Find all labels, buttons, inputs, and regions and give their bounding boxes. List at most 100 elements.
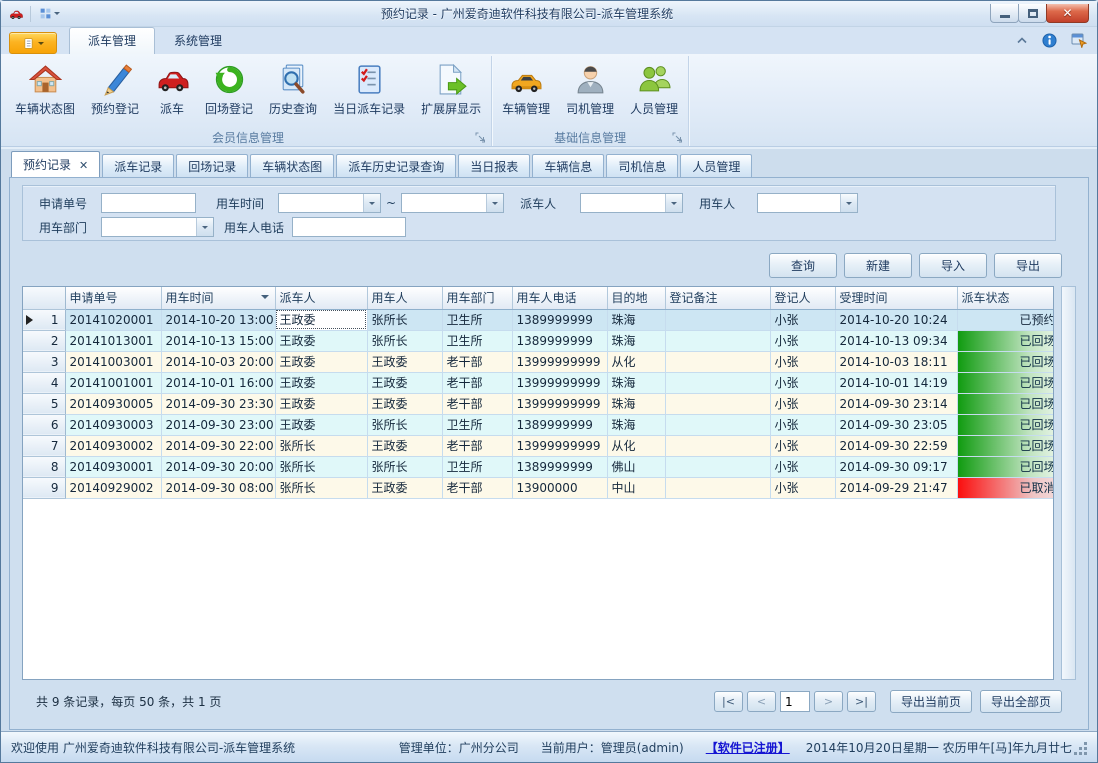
tab-return-records[interactable]: 回场记录 [176, 154, 248, 177]
cell-register-note[interactable] [665, 456, 770, 477]
cell-dispatch-status[interactable]: 已取消 [957, 477, 1054, 498]
cell-use-time[interactable]: 2014-10-03 20:00 [161, 351, 275, 372]
new-button[interactable]: 新建 [844, 253, 912, 278]
cell-dispatch-status[interactable]: 已回场 [957, 414, 1054, 435]
cell-accept-time[interactable]: 2014-10-13 09:34 [835, 330, 957, 351]
next-page-button[interactable]: > [814, 691, 843, 712]
cell-accept-time[interactable]: 2014-10-01 14:19 [835, 372, 957, 393]
cell-order-no[interactable]: 20141001001 [65, 372, 161, 393]
cell-register-note[interactable] [665, 435, 770, 456]
cell-phone[interactable]: 13999999999 [512, 351, 607, 372]
table-row[interactable]: 3 20141003001 2014-10-03 20:00 王政委 王政委 老… [23, 351, 1054, 372]
tab-vehicle-status-map[interactable]: 车辆状态图 [250, 154, 334, 177]
ribbon-tab-dispatch-management[interactable]: 派车管理 [69, 27, 155, 54]
cell-registrar[interactable]: 小张 [770, 435, 835, 456]
cell-car-user[interactable]: 张所长 [367, 414, 442, 435]
row-selector[interactable]: 5 [23, 393, 65, 414]
cell-order-no[interactable]: 20140930002 [65, 435, 161, 456]
cell-accept-time[interactable]: 2014-09-30 23:05 [835, 414, 957, 435]
quick-access-toolbar-button[interactable] [36, 6, 63, 21]
tab-dispatch-history-query[interactable]: 派车历史记录查询 [336, 154, 456, 177]
cell-dispatch-status[interactable]: 已回场 [957, 435, 1054, 456]
previous-page-button[interactable]: < [747, 691, 776, 712]
dialog-launcher-icon[interactable] [475, 132, 486, 143]
license-registered-link[interactable]: 【软件已注册】 [706, 739, 790, 756]
cell-accept-time[interactable]: 2014-09-30 09:17 [835, 456, 957, 477]
cell-use-time[interactable]: 2014-09-30 23:00 [161, 414, 275, 435]
resize-grip-icon[interactable] [1084, 752, 1087, 755]
cell-department[interactable]: 老干部 [442, 372, 512, 393]
cell-destination[interactable]: 中山 [607, 477, 665, 498]
export-current-page-button[interactable]: 导出当前页 [890, 690, 972, 713]
ribbon-button-return-register[interactable]: 回场登记 [197, 57, 261, 129]
column-header[interactable]: 受理时间 [835, 287, 957, 309]
cell-dispatcher[interactable]: 张所长 [275, 456, 367, 477]
cell-register-note[interactable] [665, 372, 770, 393]
row-selector[interactable]: 6 [23, 414, 65, 435]
export-all-pages-button[interactable]: 导出全部页 [980, 690, 1062, 713]
cell-order-no[interactable]: 20140930001 [65, 456, 161, 477]
tab-vehicle-info[interactable]: 车辆信息 [532, 154, 604, 177]
cell-use-time[interactable]: 2014-09-30 20:00 [161, 456, 275, 477]
row-selector[interactable]: 2 [23, 330, 65, 351]
tab-close-icon[interactable] [79, 158, 88, 172]
cell-register-note[interactable] [665, 393, 770, 414]
cell-phone[interactable]: 13999999999 [512, 393, 607, 414]
cell-destination[interactable]: 佛山 [607, 456, 665, 477]
dropdown-button[interactable] [486, 194, 503, 212]
row-selector[interactable]: 4 [23, 372, 65, 393]
table-row[interactable]: 4 20141001001 2014-10-01 16:00 王政委 王政委 老… [23, 372, 1054, 393]
cell-order-no[interactable]: 20140930003 [65, 414, 161, 435]
cell-register-note[interactable] [665, 351, 770, 372]
row-selector[interactable]: 7 [23, 435, 65, 456]
cell-dispatch-status[interactable]: 已回场 [957, 393, 1054, 414]
ribbon-button-extended-screen[interactable]: 扩展屏显示 [413, 57, 489, 129]
export-button[interactable]: 导出 [994, 253, 1062, 278]
tab-driver-info[interactable]: 司机信息 [606, 154, 678, 177]
cell-car-user[interactable]: 张所长 [367, 456, 442, 477]
cell-register-note[interactable] [665, 414, 770, 435]
cell-order-no[interactable]: 20140929002 [65, 477, 161, 498]
close-button[interactable]: ✕ [1046, 4, 1089, 23]
table-row[interactable]: 7 20140930002 2014-09-30 22:00 张所长 王政委 老… [23, 435, 1054, 456]
dropdown-button[interactable] [363, 194, 380, 212]
cell-phone[interactable]: 1389999999 [512, 330, 607, 351]
tab-dispatch-records[interactable]: 派车记录 [102, 154, 174, 177]
cell-dispatch-status[interactable]: 已预约 [957, 309, 1054, 330]
cell-registrar[interactable]: 小张 [770, 309, 835, 330]
cell-dispatch-status[interactable]: 已回场 [957, 351, 1054, 372]
cell-order-no[interactable]: 20140930005 [65, 393, 161, 414]
cell-destination[interactable]: 从化 [607, 435, 665, 456]
column-header[interactable]: 用车人电话 [512, 287, 607, 309]
first-page-button[interactable]: |< [714, 691, 743, 712]
cell-department[interactable]: 老干部 [442, 351, 512, 372]
cell-registrar[interactable]: 小张 [770, 372, 835, 393]
cell-accept-time[interactable]: 2014-09-30 23:14 [835, 393, 957, 414]
app-icon[interactable] [7, 7, 25, 21]
column-header[interactable]: 派车状态 [957, 287, 1054, 309]
ribbon-button-history-query[interactable]: 历史查询 [261, 57, 325, 129]
cell-registrar[interactable]: 小张 [770, 393, 835, 414]
info-button[interactable] [1042, 33, 1057, 48]
cell-register-note[interactable] [665, 330, 770, 351]
car-user-combo[interactable] [757, 193, 858, 213]
cell-use-time[interactable]: 2014-10-13 15:00 [161, 330, 275, 351]
cell-phone[interactable]: 1389999999 [512, 414, 607, 435]
cell-destination[interactable]: 珠海 [607, 309, 665, 330]
ribbon-button-vehicle-status-map[interactable]: 车辆状态图 [7, 57, 83, 129]
cell-car-user[interactable]: 王政委 [367, 477, 442, 498]
cell-registrar[interactable]: 小张 [770, 351, 835, 372]
cell-department[interactable]: 卫生所 [442, 414, 512, 435]
query-button[interactable]: 查询 [769, 253, 837, 278]
cell-use-time[interactable]: 2014-10-01 16:00 [161, 372, 275, 393]
cell-dispatch-status[interactable]: 已回场 [957, 372, 1054, 393]
dept-combo[interactable] [101, 217, 214, 237]
last-page-button[interactable]: >| [847, 691, 876, 712]
dialog-launcher-icon[interactable] [672, 132, 683, 143]
cell-phone[interactable]: 1389999999 [512, 309, 607, 330]
use-time-from-combo[interactable] [278, 193, 381, 213]
cell-dispatcher[interactable]: 张所长 [275, 435, 367, 456]
cell-use-time[interactable]: 2014-09-30 08:00 [161, 477, 275, 498]
page-number-input[interactable] [780, 691, 810, 712]
column-header[interactable]: 登记人 [770, 287, 835, 309]
